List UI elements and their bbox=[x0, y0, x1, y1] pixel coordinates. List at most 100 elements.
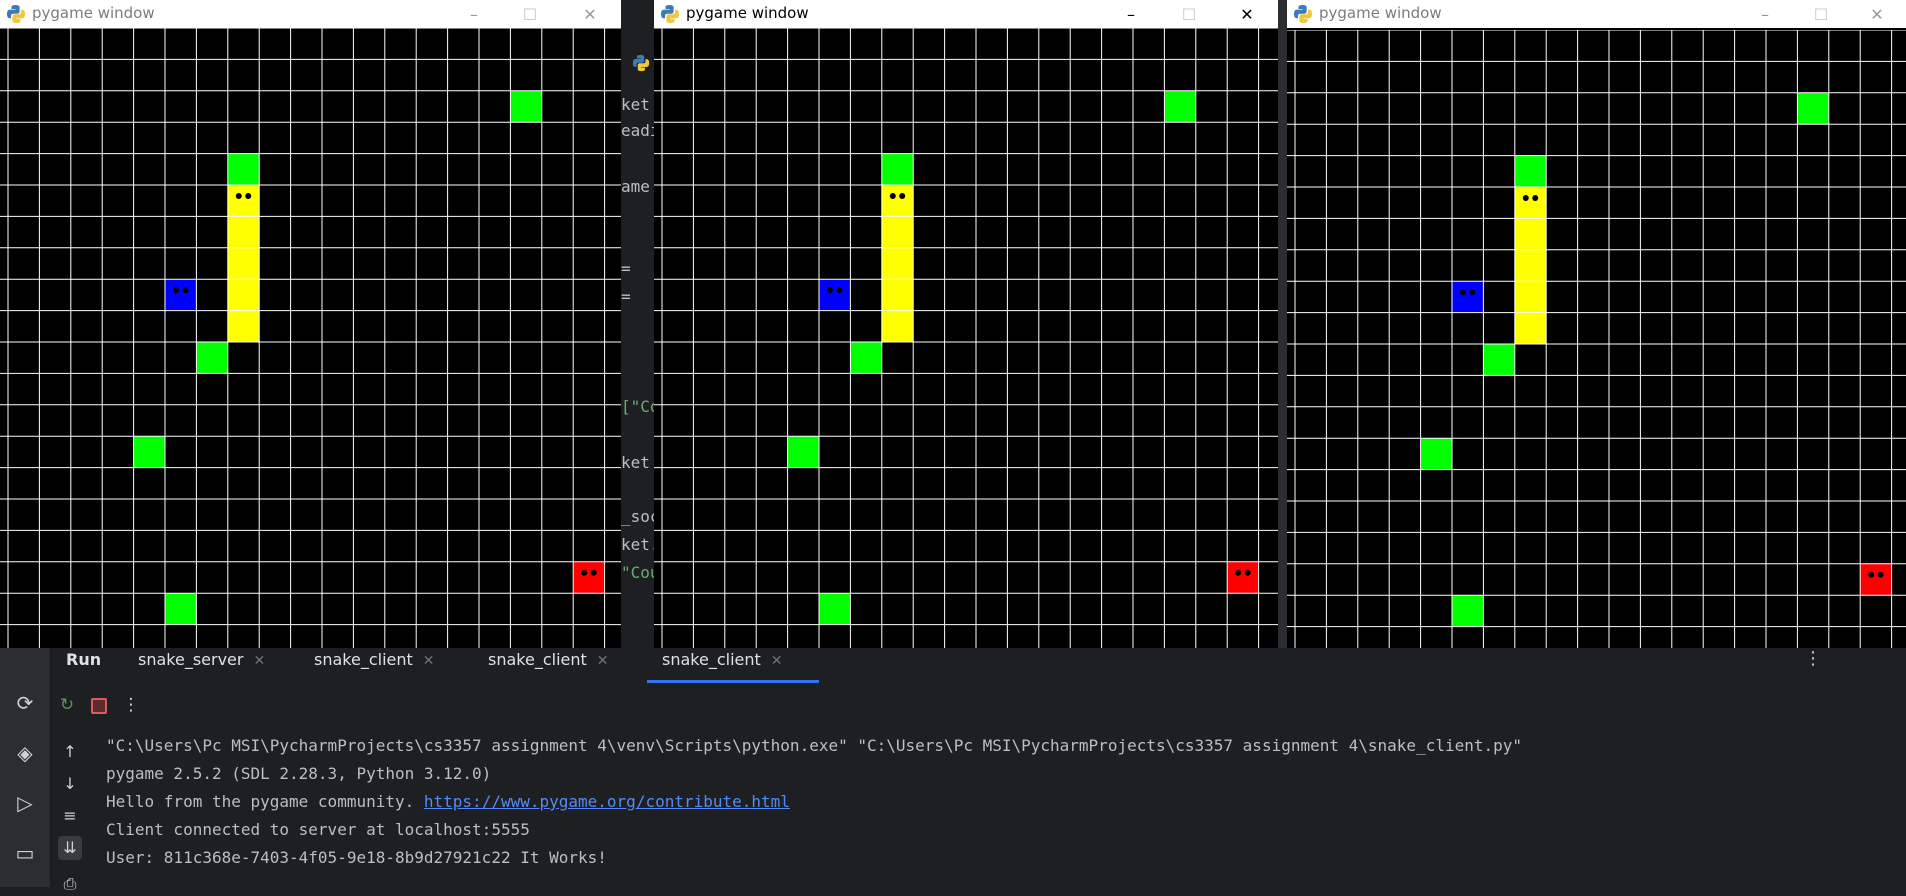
terminal-icon[interactable]: ▭ bbox=[12, 840, 38, 866]
code-fragment: ket. bbox=[621, 535, 655, 554]
scroll-down-icon[interactable]: ↓ bbox=[58, 772, 82, 796]
console-line: Client connected to server at localhost:… bbox=[106, 820, 530, 839]
console-text: Hello from the pygame community. bbox=[106, 792, 424, 811]
minimize-button[interactable]: – bbox=[1108, 0, 1154, 28]
snake-eye bbox=[1522, 194, 1529, 201]
snake-segment bbox=[227, 279, 260, 311]
snake-eye bbox=[172, 287, 179, 294]
services-icon[interactable]: ▷ bbox=[12, 790, 38, 816]
snake-eye bbox=[1532, 194, 1539, 201]
left-tool-rail: ⟳ ◈ ▷ ▭ bbox=[0, 648, 51, 887]
snake-segment bbox=[1227, 561, 1259, 594]
snack-cube bbox=[1797, 92, 1829, 125]
code-fragment: ame bbox=[621, 177, 650, 196]
soft-wrap-icon[interactable]: ≡ bbox=[58, 804, 82, 828]
snack-cube bbox=[881, 153, 914, 185]
python-icon bbox=[632, 54, 650, 72]
snake-segment bbox=[1514, 249, 1547, 282]
snake-eye bbox=[889, 192, 896, 199]
code-fragment: = bbox=[621, 287, 631, 306]
more-options-icon[interactable]: ⋮ bbox=[1804, 648, 1822, 669]
pygame-contribute-link[interactable]: https://www.pygame.org/contribute.html bbox=[424, 792, 790, 811]
close-tab-icon[interactable]: ✕ bbox=[771, 653, 783, 669]
snack-cube bbox=[165, 593, 197, 625]
snake-eye bbox=[899, 192, 906, 199]
code-fragment: _soc bbox=[621, 507, 655, 526]
console-line: "C:\Users\Pc MSI\PycharmProjects\cs3357 … bbox=[106, 736, 1523, 755]
close-button[interactable]: ✕ bbox=[567, 0, 613, 28]
snake-segment bbox=[881, 185, 914, 217]
code-fragment: ket bbox=[621, 95, 650, 114]
close-button[interactable]: ✕ bbox=[1224, 0, 1270, 28]
window-titlebar[interactable]: pygame window – ☐ ✕ bbox=[1287, 0, 1906, 28]
snake-eye bbox=[581, 569, 588, 576]
snake-segment bbox=[1514, 187, 1547, 219]
snake-eye bbox=[245, 192, 252, 199]
snake-segment bbox=[573, 561, 605, 594]
close-tab-icon[interactable]: ✕ bbox=[423, 653, 435, 669]
minimize-button[interactable]: – bbox=[451, 0, 497, 28]
active-tab-indicator bbox=[647, 680, 819, 683]
snake-segment bbox=[881, 247, 914, 280]
snack-cube bbox=[819, 593, 851, 625]
tab-snake-client-3[interactable]: snake_client ✕ bbox=[662, 650, 783, 669]
window-title: pygame window bbox=[32, 4, 155, 22]
code-fragment: ["Co bbox=[621, 397, 655, 416]
window-title: pygame window bbox=[1319, 4, 1442, 22]
tab-snake-server[interactable]: snake_server ✕ bbox=[138, 650, 265, 669]
window-titlebar[interactable]: pygame window – ☐ ✕ bbox=[0, 0, 621, 28]
code-fragment: "Cou bbox=[621, 563, 655, 582]
scroll-up-icon[interactable]: ↑ bbox=[58, 740, 82, 764]
rerun-icon[interactable]: ↻ bbox=[56, 694, 78, 716]
snake-eye bbox=[1244, 569, 1251, 576]
tab-snake-client-1[interactable]: snake_client ✕ bbox=[314, 650, 435, 669]
snake-segment bbox=[819, 279, 851, 311]
console-output[interactable]: "C:\Users\Pc MSI\PycharmProjects\cs3357 … bbox=[90, 728, 1870, 887]
snack-cube bbox=[133, 436, 165, 468]
more-actions-icon[interactable]: ⋮ bbox=[120, 694, 142, 716]
snack-cube bbox=[787, 436, 819, 468]
game-board[interactable] bbox=[0, 28, 621, 656]
snake-segment bbox=[165, 279, 197, 311]
console-line: pygame 2.5.2 (SDL 2.28.3, Python 3.12.0) bbox=[106, 764, 492, 783]
tab-label: snake_server bbox=[138, 650, 244, 669]
snake-segment bbox=[881, 310, 914, 342]
stop-button[interactable] bbox=[88, 694, 110, 716]
maximize-button[interactable]: ☐ bbox=[1166, 0, 1212, 28]
maximize-button[interactable]: ☐ bbox=[1798, 0, 1844, 28]
pygame-window-3[interactable]: pygame window – ☐ ✕ bbox=[1287, 0, 1906, 658]
game-board[interactable] bbox=[1287, 30, 1906, 658]
tab-label: snake_client bbox=[314, 650, 413, 669]
snake-eye bbox=[182, 287, 189, 294]
window-titlebar[interactable]: pygame window – ☐ ✕ bbox=[654, 0, 1278, 28]
game-board-svg bbox=[654, 28, 1278, 656]
run-toolbar: ↻ ⋮ bbox=[50, 690, 1906, 720]
pygame-window-1[interactable]: pygame window – ☐ ✕ bbox=[0, 0, 621, 656]
scroll-to-end-icon[interactable]: ⇊ bbox=[58, 836, 82, 860]
layers-icon[interactable]: ◈ bbox=[12, 740, 38, 766]
console-line: Hello from the pygame community. https:/… bbox=[106, 792, 790, 811]
game-board[interactable] bbox=[654, 28, 1278, 656]
ide-editor-fragment: ket eadi ame = = ["Co ket _soc ket. "Cou bbox=[621, 30, 655, 656]
snake-segment bbox=[227, 247, 260, 280]
snake-segment bbox=[881, 279, 914, 311]
maximize-button[interactable]: ☐ bbox=[507, 0, 553, 28]
pygame-window-2[interactable]: pygame window – ☐ ✕ bbox=[654, 0, 1278, 656]
print-icon[interactable]: ⎙ bbox=[58, 872, 82, 896]
close-tab-icon[interactable]: ✕ bbox=[253, 653, 265, 669]
snake-eye bbox=[836, 287, 843, 294]
pygame-logo-icon bbox=[7, 5, 25, 23]
python-console-icon[interactable]: ⟳ bbox=[12, 690, 38, 716]
close-button[interactable]: ✕ bbox=[1854, 0, 1900, 28]
console-scroll-gutter bbox=[1870, 728, 1906, 887]
close-tab-icon[interactable]: ✕ bbox=[597, 653, 609, 669]
snack-cube bbox=[1420, 438, 1452, 470]
minimize-button[interactable]: – bbox=[1742, 0, 1788, 28]
snake-eye bbox=[826, 287, 833, 294]
tab-snake-client-2[interactable]: snake_client ✕ bbox=[488, 650, 609, 669]
run-label[interactable]: Run bbox=[66, 650, 101, 669]
tab-label: snake_client bbox=[662, 650, 761, 669]
tab-label: snake_client bbox=[488, 650, 587, 669]
snake-eye bbox=[1235, 569, 1242, 576]
snake-segment bbox=[1452, 281, 1484, 313]
